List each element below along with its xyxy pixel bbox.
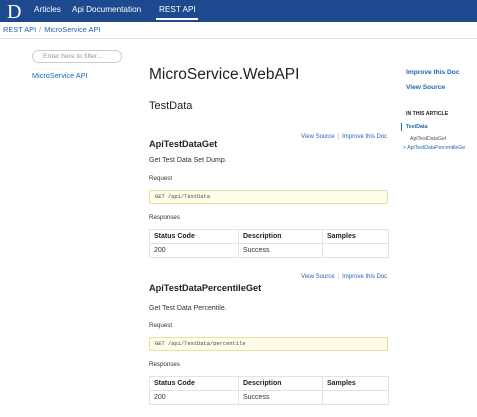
- status-code-cell: 200: [149, 390, 239, 405]
- affix-active-indicator: [401, 123, 402, 131]
- description-cell: Success: [238, 390, 323, 405]
- breadcrumb: REST API / MicroService API: [3, 25, 100, 34]
- divider: [0, 38, 477, 39]
- nav-api-documentation[interactable]: Api Documentation: [72, 5, 141, 14]
- active-tab-indicator: [156, 18, 198, 20]
- table-row: 200 Success: [149, 243, 389, 258]
- nav-articles[interactable]: Articles: [34, 5, 61, 14]
- top-navbar: D Articles Api Documentation REST API: [0, 0, 477, 22]
- in-this-article-heading: IN THIS ARTICLE: [406, 111, 449, 117]
- section-heading: TestData: [149, 100, 193, 112]
- nav-rest-api[interactable]: REST API: [159, 5, 196, 14]
- toc-item-microservice-api[interactable]: MicroService API: [32, 71, 88, 80]
- view-source-link[interactable]: View Source: [406, 84, 445, 91]
- responses-table: Status Code Description Samples 200 Succ…: [149, 229, 389, 258]
- column-header: Status Code: [149, 376, 239, 391]
- request-label: Request: [149, 175, 173, 182]
- request-code-block: GET /api/TestData: [149, 190, 388, 204]
- improve-doc-link[interactable]: Improve this Doc: [342, 274, 387, 280]
- operation-description: Get Test Data Set Dump.: [149, 157, 227, 164]
- operation-heading: ApiTestDataPercentileGet: [149, 283, 262, 293]
- request-code: GET /api/TestData/percentile: [155, 341, 246, 347]
- status-code-cell: 200: [149, 243, 239, 258]
- improve-doc-link[interactable]: Improve this Doc: [342, 134, 387, 140]
- link-separator: |: [337, 274, 340, 280]
- affix-item-apitestdataget[interactable]: ApiTestDataGet: [410, 136, 446, 142]
- samples-cell: [322, 390, 389, 405]
- affix-item-label: ApiTestDataPercentileGe: [407, 145, 466, 151]
- expand-chevron-icon: >: [403, 145, 407, 151]
- operation-links: View Source | Improve this Doc: [301, 134, 387, 140]
- column-header: Samples: [322, 376, 389, 391]
- page-title: MicroService.WebAPI: [149, 66, 300, 83]
- samples-cell: [322, 243, 389, 258]
- request-label: Request: [149, 322, 173, 329]
- description-cell: Success: [238, 243, 323, 258]
- affix-item-apitestdatapercentileget[interactable]: > ApiTestDataPercentileGe: [403, 145, 465, 151]
- column-header: Samples: [322, 229, 389, 244]
- link-separator: |: [337, 134, 340, 140]
- operation-heading: ApiTestDataGet: [149, 139, 218, 149]
- breadcrumb-microservice-api[interactable]: MicroService API: [44, 25, 100, 34]
- request-code-block: GET /api/TestData/percentile: [149, 337, 388, 351]
- operation-links: View Source | Improve this Doc: [301, 274, 387, 280]
- operation-description: Get Test Data Percentile.: [149, 305, 227, 312]
- view-source-link[interactable]: View Source: [301, 274, 335, 280]
- table-header-row: Status Code Description Samples: [149, 376, 389, 391]
- column-header: Description: [238, 229, 323, 244]
- breadcrumb-separator: /: [39, 25, 42, 34]
- improve-this-doc-link[interactable]: Improve this Doc: [406, 69, 460, 76]
- svg-text:D: D: [7, 1, 21, 21]
- table-row: 200 Success: [149, 390, 389, 405]
- request-code: GET /api/TestData: [155, 194, 210, 200]
- breadcrumb-rest-api[interactable]: REST API: [3, 25, 36, 34]
- column-header: Status Code: [149, 229, 239, 244]
- toc-filter-input[interactable]: Enter here to filter...: [32, 50, 122, 63]
- responses-label: Responses: [149, 361, 180, 368]
- responses-table: Status Code Description Samples 200 Succ…: [149, 376, 389, 405]
- affix-item-testdata[interactable]: TestData: [406, 124, 428, 130]
- responses-label: Responses: [149, 214, 180, 221]
- table-header-row: Status Code Description Samples: [149, 229, 389, 244]
- view-source-link[interactable]: View Source: [301, 134, 335, 140]
- column-header: Description: [238, 376, 323, 391]
- docfx-logo-icon[interactable]: D: [6, 1, 24, 21]
